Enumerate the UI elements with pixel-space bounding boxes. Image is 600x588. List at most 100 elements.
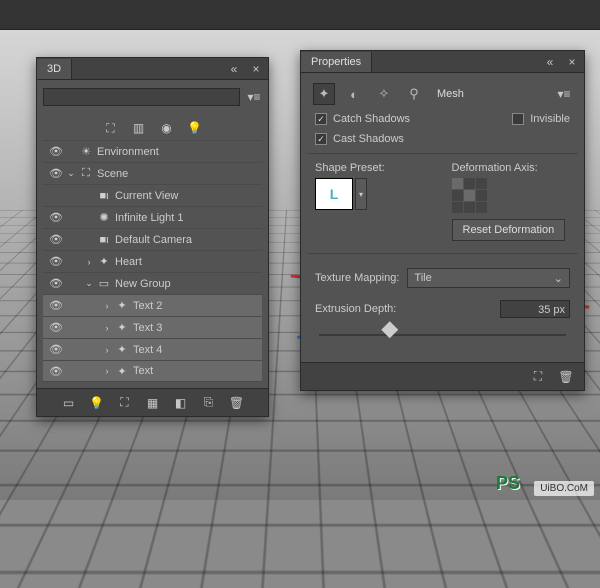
layer-name: Text 3 (131, 322, 258, 334)
disclosure-icon[interactable]: › (101, 366, 113, 376)
layer-name: Current View (113, 190, 258, 202)
shape-preset-dropdown[interactable]: ▾ (355, 178, 367, 210)
mesh-icon: ✦ (113, 299, 131, 312)
filter-light-icon[interactable]: 💡 (187, 120, 203, 136)
light-icon: ✺ (95, 211, 113, 224)
cast-shadows-label: Cast Shadows (333, 133, 404, 145)
visibility-eye-icon[interactable]: 👁 (47, 299, 65, 312)
layer-name: Infinite Light 1 (113, 212, 258, 224)
layer-name: Text 4 (131, 344, 258, 356)
watermark: PS (496, 473, 520, 494)
visibility-eye-icon[interactable]: 👁 (47, 365, 65, 378)
footer-ground-icon[interactable]: ▦ (145, 395, 161, 411)
camera-icon: ■ι (95, 234, 113, 246)
filter-scene-icon[interactable]: ⛶ (103, 120, 119, 136)
visibility-eye-icon[interactable]: 👁 (47, 255, 65, 268)
slider-track (319, 334, 566, 336)
footer-render-icon[interactable]: ◧ (173, 395, 189, 411)
deformation-axis-label: Deformation Axis: (452, 162, 571, 174)
scene-icon: ⛶ (77, 167, 95, 180)
trash-icon[interactable]: 🗑 (229, 395, 245, 411)
extrusion-depth-slider[interactable] (319, 326, 566, 344)
filter-material-icon[interactable]: ◉ (159, 120, 175, 136)
prop-tab-deform-icon[interactable]: ◐ (343, 83, 365, 105)
layer-name: Scene (95, 168, 258, 180)
visibility-eye-icon[interactable]: 👁 (47, 343, 65, 356)
visibility-eye-icon[interactable]: 👁 (47, 167, 65, 180)
footer-camera-icon[interactable]: ⛶ (117, 395, 133, 411)
tab-properties[interactable]: Properties (301, 52, 372, 72)
catch-shadows-label: Catch Shadows (333, 113, 410, 125)
layer-name: New Group (113, 278, 258, 290)
mesh-icon: ✦ (113, 321, 131, 334)
disclosure-icon[interactable]: › (101, 301, 113, 311)
layer-row-text[interactable]: 👁›✦Text (43, 360, 262, 382)
disclosure-icon[interactable]: ⌄ (65, 168, 77, 179)
collapse-icon[interactable]: « (226, 61, 242, 77)
mesh-icon: ✦ (113, 365, 131, 378)
deformation-axis-grid[interactable] (452, 178, 571, 213)
mesh-icon: ✦ (95, 255, 113, 268)
layer-name: Heart (113, 256, 258, 268)
layer-name: Text 2 (131, 300, 258, 312)
panel-properties: Properties « × ✦ ◐ ✧ ⚲ Mesh ▾≡ ✓ Catch S… (300, 50, 585, 391)
layer-list: 👁☀Environment👁⌄⛶Scene■ιCurrent View👁✺Inf… (43, 140, 262, 382)
panel-menu-icon[interactable]: ▾≡ (556, 86, 572, 102)
filter-input[interactable] (43, 88, 240, 106)
disclosure-icon[interactable]: › (101, 323, 113, 333)
disclosure-icon[interactable]: › (83, 257, 95, 267)
prop-tab-label: Mesh (437, 88, 464, 100)
footer-new-icon[interactable]: ⎘ (201, 395, 217, 411)
source-badge: UiBO.CoM (534, 481, 594, 496)
trash-icon[interactable]: 🗑 (558, 369, 574, 385)
catch-shadows-checkbox[interactable]: ✓ (315, 113, 327, 125)
layer-row-new-group[interactable]: 👁⌄▭New Group (43, 272, 262, 294)
prop-tab-cap-icon[interactable]: ✧ (373, 83, 395, 105)
prop-tab-coord-icon[interactable]: ⚲ (403, 83, 425, 105)
texture-mapping-value: Tile (414, 272, 431, 284)
chevron-down-icon: ⌄ (554, 272, 563, 285)
panel-menu-icon[interactable]: ▾≡ (246, 89, 262, 105)
layer-row-scene[interactable]: 👁⌄⛶Scene (43, 162, 262, 184)
layer-row-current-view[interactable]: ■ιCurrent View (43, 184, 262, 206)
collapse-icon[interactable]: « (542, 54, 558, 70)
cast-shadows-checkbox[interactable]: ✓ (315, 133, 327, 145)
disclosure-icon[interactable]: ⌄ (83, 278, 95, 289)
prop-tab-mesh-icon[interactable]: ✦ (313, 83, 335, 105)
layer-name: Environment (95, 146, 258, 158)
visibility-eye-icon[interactable]: 👁 (47, 233, 65, 246)
layer-row-text-2[interactable]: 👁 ›✦Text 2 (43, 294, 262, 316)
tab-3d[interactable]: 3D (37, 59, 72, 79)
mesh-icon: ✦ (113, 343, 131, 356)
panel-3d-footer: ▭ 💡 ⛶ ▦ ◧ ⎘ 🗑 (37, 388, 268, 416)
invisible-checkbox[interactable] (512, 113, 524, 125)
shape-preset-thumb[interactable]: L (315, 178, 353, 210)
footer-light-icon[interactable]: 💡 (89, 395, 105, 411)
filter-icons: ⛶ ▥ ◉ 💡 (43, 116, 262, 140)
visibility-eye-icon[interactable]: 👁 (47, 277, 65, 290)
camera-icon: ■ι (95, 190, 113, 202)
filter-mesh-icon[interactable]: ▥ (131, 120, 147, 136)
reset-deformation-button[interactable]: Reset Deformation (452, 219, 566, 241)
app-top-bar (0, 0, 600, 30)
panel-3d: 3D « × ▾≡ ⛶ ▥ ◉ 💡 👁☀Environment👁⌄⛶Scene■… (36, 57, 269, 417)
visibility-eye-icon[interactable]: 👁 (47, 145, 65, 158)
layer-row-environment[interactable]: 👁☀Environment (43, 140, 262, 162)
layer-row-infinite-light-1[interactable]: 👁 ✺Infinite Light 1 (43, 206, 262, 228)
layer-row-text-3[interactable]: 👁 ›✦Text 3 (43, 316, 262, 338)
visibility-eye-icon[interactable]: 👁 (47, 321, 65, 334)
close-icon[interactable]: × (564, 54, 580, 70)
texture-mapping-select[interactable]: Tile ⌄ (407, 268, 570, 288)
layer-row-text-4[interactable]: 👁 ›✦Text 4 (43, 338, 262, 360)
disclosure-icon[interactable]: › (101, 345, 113, 355)
render-icon[interactable]: ⛶ (530, 369, 546, 385)
shape-preset-label: Shape Preset: (315, 162, 434, 174)
texture-mapping-label: Texture Mapping: (315, 272, 399, 284)
layer-row-heart[interactable]: 👁 ›✦Heart (43, 250, 262, 272)
extrusion-depth-value[interactable]: 35 px (500, 300, 570, 318)
visibility-eye-icon[interactable]: 👁 (47, 211, 65, 224)
footer-add-icon[interactable]: ▭ (61, 395, 77, 411)
layer-row-default-camera[interactable]: 👁■ιDefault Camera (43, 228, 262, 250)
panel-props-footer: ⛶ 🗑 (301, 362, 584, 390)
close-icon[interactable]: × (248, 61, 264, 77)
